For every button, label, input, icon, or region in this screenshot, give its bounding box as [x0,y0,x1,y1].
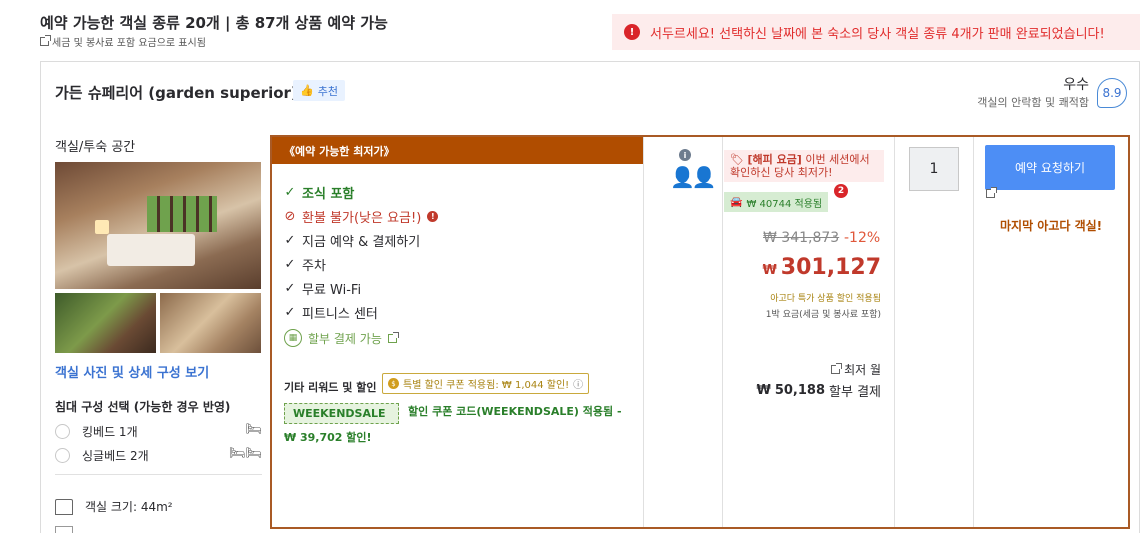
bed-option-label: 싱글베드 2개 [82,448,149,463]
sold-out-alert-text: 서두르세요! 선택하신 날짜에 본 숙소의 당사 객실 종류 4개가 판매 완료… [650,26,1105,42]
coupon-code-text: 할인 쿠폰 코드(WEEKENDSALE) 적용됨 - [408,405,622,418]
external-link-icon [986,187,997,198]
two-guests-icon: 👤👤 [670,165,717,189]
feature-label: 환불 불가(낮은 요금!) [302,211,422,226]
installment-price: ₩ 50,188 할부 결제 [757,381,882,400]
room-details: 객실/투숙 공간 객실 사진 및 상세 구성 보기 침대 구성 선택 (가능한 … [55,136,262,533]
book-button[interactable]: 예약 요청하기 [985,145,1115,190]
radio-button[interactable] [55,423,70,439]
room-size: 객실 크기: 44m² [55,498,173,515]
feature-label: 피트니스 센터 [302,307,378,322]
recommend-label: 추천 [317,84,338,98]
tax-note: 세금 및 봉사료 포함 요금으로 표시됨 [40,34,206,49]
feature-fitness: ✓ 피트니스 센터 [284,303,378,322]
bed-config-title: 침대 구성 선택 (가능한 경우 반영) [55,400,231,414]
room-photo-main[interactable] [55,162,261,289]
rating-score: 8.9 [1097,78,1127,108]
car-icon: 🚘 [730,196,743,208]
divider [894,137,895,527]
other-rewards-label: 기타 리워드 및 할인 [284,381,377,394]
room-photo-balcony[interactable] [55,293,156,353]
coupon-code-tag: WEEKENDSALE [284,403,399,424]
last-room-notice: 마지막 아고다 객실! [1000,219,1103,233]
sold-out-alert: ! 서두르세요! 선택하신 날짜에 본 숙소의 당사 객실 종류 4개가 판매 … [612,14,1140,50]
room-card: 가든 슈페리어 (garden superior) 👍 추천 우수 객실의 안락… [40,61,1140,533]
external-link-icon [831,363,843,374]
external-link-icon [40,35,51,46]
feature-non-refundable: ⊘ 환불 불가(낮은 요금!) ! [284,207,439,226]
room-size-text: 객실 크기: 44m² [85,500,173,514]
offer-box: 《예약 가능한 최저가》 ✓ 조식 포함 ⊘ 환불 불가(낮은 요금!) ! ✓… [270,135,1130,529]
recommend-badge: 👍 추천 [293,80,345,101]
feature-wifi: ✓ 무료 Wi-Fi [284,279,362,298]
divider [643,137,644,527]
discount-applied-text: ₩ 40744 적용됨 [746,198,823,210]
coin-icon: $ [388,378,399,389]
tax-note-text: 세금 및 봉사료 포함 요금으로 표시됨 [52,38,206,49]
room-photo-bathroom[interactable] [160,293,261,353]
room-name[interactable]: 가든 슈페리어 (garden superior) [55,82,298,103]
room-quantity-select[interactable]: 1 [909,147,959,191]
info-icon[interactable]: ! [427,211,439,222]
bed-option-label: 킹베드 1개 [82,424,138,439]
feature-label: 주차 [302,259,326,274]
divider [722,137,723,527]
coupon-chip-text: 특별 할인 쿠폰 적용됨: ₩ 1,044 할인! [403,380,570,391]
installment-amount: 50,188 [774,383,826,398]
final-price-value: 301,127 [780,255,881,280]
notification-badge: 2 [834,184,848,198]
double-bed-icon: 🛏 [245,422,262,437]
coupon-amount: ₩ 39,702 할인! [284,431,372,444]
no-entry-icon: ⊘ [284,209,296,224]
twin-bed-icon: 🛏🛏 [228,446,262,461]
feature-label: 무료 Wi-Fi [302,283,362,298]
alarm-icon: ! [624,24,640,40]
happy-rate-title: [해피 요금] [747,153,802,166]
external-link-icon [387,331,399,343]
check-icon: ✓ [284,233,296,248]
radio-button[interactable] [55,447,70,463]
tag-icon: 🏷 [730,153,744,166]
discount-applied: 🚘 ₩ 40744 적용됨 [724,192,829,212]
per-night-note: 1박 요금(세금 및 봉사료 포함) [765,310,881,320]
room-size-icon [55,498,73,515]
min-monthly-label[interactable]: 최저 월 [831,361,881,378]
info-icon[interactable]: i [679,149,691,161]
coupon-chip[interactable]: $ 특별 할인 쿠폰 적용됨: ₩ 1,044 할인! ⓘ [382,373,590,394]
amenity-icon [55,526,73,533]
bed-option-king[interactable]: 킹베드 1개 🛏 [55,422,262,440]
page-title: 예약 가능한 객실 종류 20개 | 총 87개 상품 예약 가능 [40,14,388,32]
original-price: ₩ 341,873 [763,230,840,246]
bed-option-twin[interactable]: 싱글베드 2개 🛏🛏 [55,446,262,464]
rating-desc: 객실의 안락함 및 쾌적함 [977,96,1089,109]
min-monthly-text: 최저 월 [844,363,881,377]
installment-suffix: 할부 결제 [829,385,881,400]
installment-label: 할부 결제 가능 [308,331,382,346]
check-icon: ✓ [284,281,296,296]
feature-pay-now: ✓ 지금 예약 & 결제하기 [284,231,421,250]
space-label: 객실/투숙 공간 [55,140,136,155]
feature-parking: ✓ 주차 [284,255,326,274]
final-price: ₩ 301,127 [762,255,881,280]
divider [55,474,262,475]
installment-icon: ▦ [284,329,302,347]
currency-symbol: ₩ [762,263,777,278]
room-photos-link[interactable]: 객실 사진 및 상세 구성 보기 [55,362,209,381]
check-icon: ✓ [284,185,296,200]
happy-rate-notice: 🏷 [해피 요금] 이번 세션에서 확인하신 당사 최저가! [724,150,884,182]
info-icon[interactable]: ⓘ [573,376,583,391]
thumbs-up-icon: 👍 [300,84,314,97]
divider [973,137,974,527]
offer-header: 《예약 가능한 최저가》 [272,137,643,164]
feature-label: 조식 포함 [302,187,355,202]
discount-percent: -12% [844,230,881,246]
check-icon: ✓ [284,257,296,272]
installment-available[interactable]: ▦ 할부 결제 가능 [284,329,399,347]
rating-label: 우수 [1063,77,1089,93]
check-icon: ✓ [284,305,296,320]
feature-breakfast: ✓ 조식 포함 [284,183,355,202]
agoda-deal-note: 아고다 특가 상품 할인 적용됨 [770,294,881,304]
feature-label: 지금 예약 & 결제하기 [302,235,421,250]
installment-currency: ₩ [756,383,771,398]
